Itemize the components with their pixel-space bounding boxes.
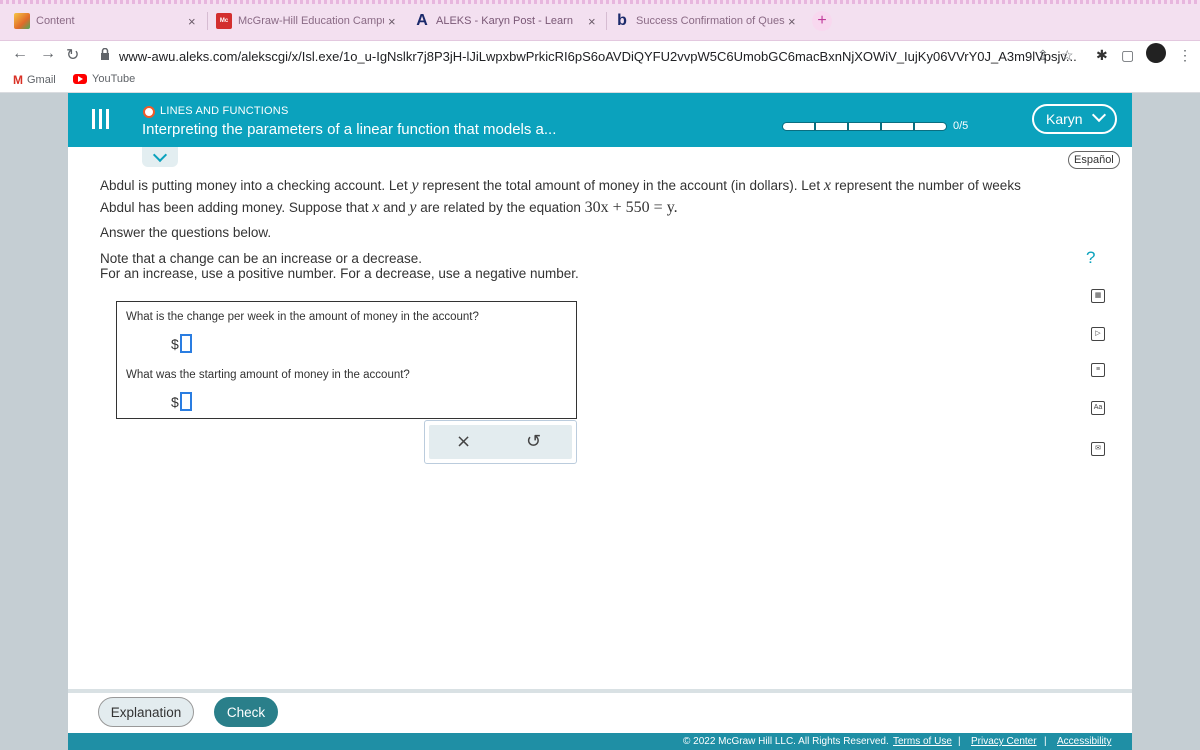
reload-icon[interactable]: ↻	[66, 45, 79, 65]
close-icon[interactable]: ×	[388, 14, 396, 29]
bookmark-star-icon[interactable]: ☆	[1061, 47, 1074, 64]
equation: 30x + 550 = y.	[584, 199, 678, 216]
change-per-week-input[interactable]	[179, 334, 192, 353]
progress-segment	[782, 121, 815, 131]
back-icon[interactable]: ←	[12, 45, 28, 63]
dictionary-icon[interactable]: Aa	[1091, 401, 1105, 415]
copyright: © 2022 McGraw Hill LLC. All Rights Reser…	[683, 736, 889, 747]
window-icon[interactable]: ▢	[1121, 47, 1134, 64]
menu-icon[interactable]	[92, 109, 110, 129]
undo-button[interactable]: ↺	[526, 431, 541, 452]
bookmarks-bar: M Gmail YouTube	[0, 70, 1200, 93]
content-icon	[14, 13, 30, 29]
progress-segment	[914, 121, 947, 131]
separator: |	[1044, 736, 1047, 747]
tab-mcgraw-hill[interactable]: Mc McGraw-Hill Education Campu ×	[216, 8, 402, 34]
question-box: What is the change per week in the amoun…	[116, 301, 577, 419]
extensions-icon[interactable]: ✱	[1096, 47, 1108, 64]
bookmark-gmail[interactable]: M Gmail	[13, 73, 56, 87]
answer-actions: × ↺	[424, 420, 577, 464]
legal-bar: © 2022 McGraw Hill LLC. All Rights Reser…	[68, 733, 1132, 750]
accessibility-link[interactable]: Accessibility	[1057, 736, 1111, 747]
mcgraw-hill-icon: Mc	[216, 13, 232, 29]
browser-toolbar: ← → ↻ www-awu.aleks.com/alekscgi/x/Isl.e…	[0, 41, 1200, 70]
tab-content[interactable]: Content ×	[14, 8, 204, 34]
topic-status-icon	[143, 106, 155, 118]
progress-label: 0/5	[953, 120, 969, 132]
chevron-down-icon	[1091, 107, 1107, 123]
formula-sheet-icon[interactable]: ≡	[1091, 363, 1105, 377]
privacy-link[interactable]: Privacy Center	[971, 736, 1037, 747]
question-prompt: What is the change per week in the amoun…	[126, 311, 479, 323]
calculator-icon[interactable]: ▦	[1091, 289, 1105, 303]
problem-statement: Abdul is putting money into a checking a…	[100, 177, 1021, 216]
address-bar[interactable]: www-awu.aleks.com/alekscgi/x/Isl.exe/1o_…	[119, 49, 1077, 64]
browser-tab-strip: Content × Mc McGraw-Hill Education Campu…	[0, 0, 1200, 41]
clear-button[interactable]: ×	[456, 431, 471, 452]
user-menu-button[interactable]: Karyn	[1032, 104, 1117, 134]
share-icon[interactable]: ⇪	[1037, 47, 1049, 64]
collapse-header-button[interactable]	[142, 147, 178, 167]
tab-aleks[interactable]: A ALEKS - Karyn Post - Learn ×	[414, 8, 606, 34]
tab-bartleby[interactable]: b Success Confirmation of Ques ×	[614, 8, 808, 34]
answer-row: $	[171, 334, 192, 353]
app-header: LINES AND FUNCTIONS Interpreting the par…	[68, 93, 1132, 147]
bartleby-icon: b	[617, 12, 627, 29]
progress-segment	[881, 121, 914, 131]
lock-icon	[101, 48, 109, 60]
explanation-button[interactable]: Explanation	[98, 697, 194, 727]
question-prompt: What was the starting amount of money in…	[126, 369, 410, 381]
progress-segment	[848, 121, 881, 131]
avatar[interactable]	[1146, 43, 1166, 63]
close-icon[interactable]: ×	[788, 14, 796, 29]
language-button[interactable]: Español	[1068, 151, 1120, 169]
close-icon[interactable]: ×	[188, 14, 196, 29]
page-title: Interpreting the parameters of a linear …	[142, 121, 557, 138]
video-icon[interactable]: ▷	[1091, 327, 1105, 341]
starting-amount-input[interactable]	[179, 392, 192, 411]
aleks-app: LINES AND FUNCTIONS Interpreting the par…	[68, 93, 1132, 750]
help-icon[interactable]: ?	[1086, 248, 1095, 268]
youtube-icon	[73, 74, 87, 84]
answer-row: $	[171, 392, 192, 411]
progress-bar: 0/5	[782, 120, 968, 132]
new-tab-button[interactable]: +	[812, 11, 832, 31]
note: Note that a change can be an increase or…	[100, 251, 579, 281]
bookmark-youtube[interactable]: YouTube	[73, 73, 135, 85]
aleks-icon: A	[416, 12, 428, 29]
topic-label: LINES AND FUNCTIONS	[160, 105, 289, 117]
mail-icon[interactable]: ✉	[1091, 442, 1105, 456]
close-icon[interactable]: ×	[588, 14, 596, 29]
separator: |	[958, 736, 961, 747]
menu-dots-icon[interactable]: ⋮	[1178, 47, 1192, 64]
terms-link[interactable]: Terms of Use	[893, 736, 952, 747]
instructions: Answer the questions below.	[100, 225, 272, 240]
forward-icon[interactable]: →	[40, 45, 56, 63]
progress-segment	[815, 121, 848, 131]
check-button[interactable]: Check	[214, 697, 278, 727]
gmail-icon: M	[13, 73, 23, 87]
